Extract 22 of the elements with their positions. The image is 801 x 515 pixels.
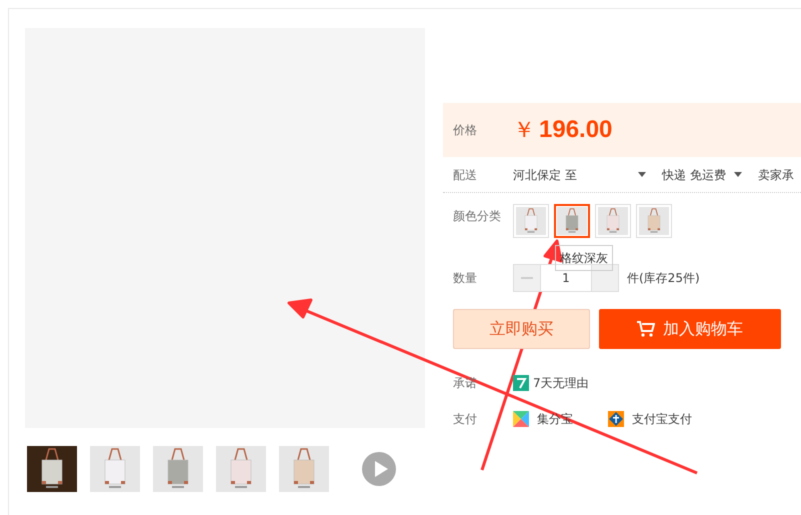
currency-symbol: ￥ — [513, 116, 535, 144]
color-label: 颜色分类 — [453, 208, 502, 225]
caret-icon[interactable] — [734, 172, 742, 177]
quantity-field[interactable]: 1 — [541, 264, 591, 292]
color-swatch[interactable] — [554, 204, 590, 238]
stock-text: 件(库存25件) — [627, 270, 700, 287]
cart-icon — [637, 321, 655, 337]
shipping-option[interactable]: 快递 免运费 — [662, 166, 726, 184]
payment-label: 支付 — [453, 411, 478, 428]
payment-method-text: 支付宝支付 — [632, 411, 692, 428]
location-selector[interactable]: 河北保定 至 — [513, 166, 638, 184]
delivery-label: 配送 — [453, 166, 478, 184]
price-value: 196.00 — [539, 115, 612, 145]
quantity-label: 数量 — [453, 270, 478, 287]
minus-icon — [521, 277, 533, 279]
play-icon[interactable] — [362, 452, 396, 486]
price-label: 价格 — [453, 122, 478, 139]
seven-day-icon — [513, 375, 529, 391]
promise-text: 7天无理由 — [533, 375, 589, 392]
promise-label: 承诺 — [453, 375, 478, 392]
caret-icon[interactable] — [638, 172, 646, 177]
seller-promise-text: 卖家承 — [758, 166, 794, 184]
